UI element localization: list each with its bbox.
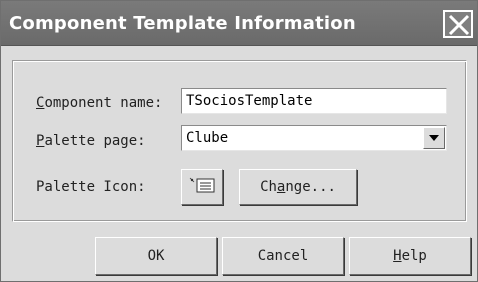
palette-icon-button[interactable] <box>181 169 223 205</box>
title-bar[interactable]: Component Template Information <box>1 1 477 46</box>
close-button[interactable] <box>443 10 473 38</box>
dropdown-arrow-button[interactable] <box>423 127 445 149</box>
close-icon <box>448 14 470 36</box>
ok-button[interactable]: OK <box>95 237 217 275</box>
component-name-input[interactable]: TSociosTemplate <box>181 88 447 114</box>
template-icon <box>189 177 215 193</box>
window-title: Component Template Information <box>9 13 356 34</box>
palette-page-select[interactable]: Clube <box>181 125 447 151</box>
dialog-window: Component Template Information Component… <box>0 0 478 282</box>
component-name-label: Component name: <box>36 95 163 111</box>
palette-icon-label: Palette Icon: <box>36 179 146 195</box>
cancel-button[interactable]: Cancel <box>222 237 344 275</box>
palette-page-label: Palette page: <box>36 133 146 149</box>
help-button[interactable]: Help <box>349 237 471 275</box>
change-button[interactable]: Change... <box>239 169 357 205</box>
palette-page-value: Clube <box>186 130 229 146</box>
